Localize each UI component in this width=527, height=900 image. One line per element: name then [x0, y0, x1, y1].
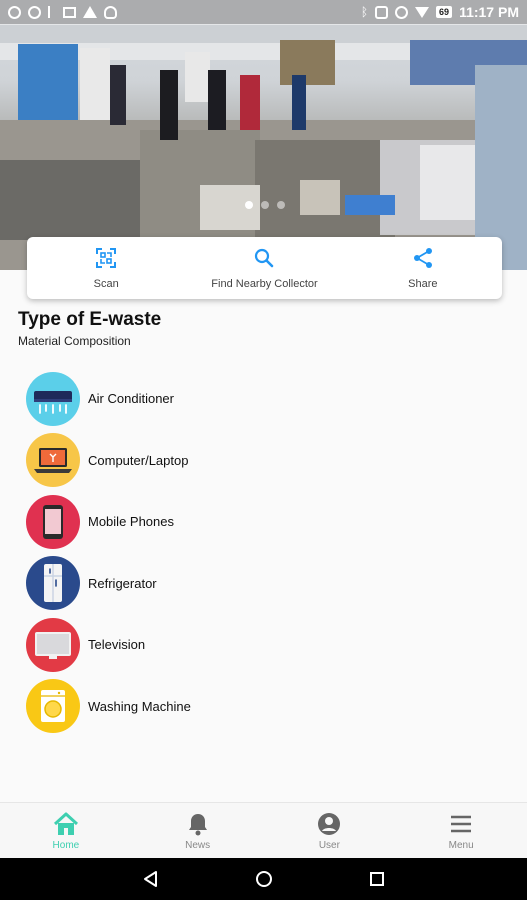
user-icon	[318, 813, 341, 835]
scan-icon	[96, 248, 117, 268]
share-label: Share	[408, 278, 438, 290]
mobile-phone-icon	[26, 494, 80, 549]
notification-icons	[8, 5, 117, 19]
list-item-washing-machine[interactable]: Washing Machine	[26, 676, 506, 738]
bottom-navigation: Home News User Menu	[0, 802, 527, 859]
nav-menu-label: Menu	[448, 840, 474, 851]
list-item-label: Air Conditioner	[88, 391, 174, 407]
bulb-icon	[104, 5, 117, 19]
television-icon	[26, 617, 80, 672]
laptop-icon	[26, 433, 80, 488]
bluetooth-icon: ᛒ	[360, 5, 369, 19]
carousel-dot[interactable]	[277, 201, 285, 209]
carousel-indicator	[245, 201, 285, 209]
recents-icon[interactable]	[368, 870, 386, 888]
list-item-computer-laptop[interactable]: Computer/Laptop	[26, 430, 506, 492]
notification-app-icon	[28, 5, 41, 19]
back-icon[interactable]	[142, 870, 160, 888]
list-item-mobile-phones[interactable]: Mobile Phones	[26, 491, 506, 553]
list-item-label: Television	[88, 637, 146, 653]
usb-icon	[48, 6, 56, 18]
battery-icon: 69	[436, 6, 453, 18]
menu-icon	[451, 815, 472, 833]
hero-photo	[0, 0, 527, 270]
alarm-icon	[395, 5, 409, 19]
section-title: Type of E-waste	[18, 309, 162, 330]
nav-home[interactable]: Home	[0, 803, 132, 859]
list-item-label: Computer/Laptop	[88, 452, 189, 468]
bell-icon	[188, 814, 207, 836]
list-item-label: Refrigerator	[88, 575, 157, 591]
home-circle-icon[interactable]	[255, 870, 273, 888]
air-conditioner-icon	[26, 371, 80, 426]
scan-label: Scan	[93, 278, 119, 290]
clock: 11:17 PM	[459, 4, 519, 20]
nav-user-label: User	[318, 840, 340, 851]
list-item-refrigerator[interactable]: Refrigerator	[26, 553, 506, 615]
hero-banner[interactable]	[0, 0, 527, 270]
status-bar: ᛒ 69 11:17 PM	[0, 0, 527, 24]
share-icon	[413, 248, 432, 268]
nav-home-label: Home	[52, 840, 80, 851]
refrigerator-icon	[26, 556, 80, 611]
wifi-icon	[415, 6, 430, 18]
vibrate-icon	[375, 5, 389, 19]
nav-news-label: News	[185, 840, 211, 851]
washing-machine-icon	[26, 679, 80, 734]
quick-actions-card: Scan Find Nearby Collector Share	[27, 237, 502, 299]
list-item-air-conditioner[interactable]: Air Conditioner	[26, 368, 506, 430]
home-icon	[53, 812, 78, 835]
list-item-television[interactable]: Television	[26, 614, 506, 676]
carousel-dot[interactable]	[245, 201, 253, 209]
search-icon	[255, 248, 274, 268]
ewaste-type-list: Air Conditioner Computer/Laptop Mobile P…	[26, 368, 506, 737]
nav-menu[interactable]: Menu	[395, 803, 527, 859]
system-navigation-bar	[0, 858, 527, 900]
find-nearby-collector-button[interactable]: Find Nearby Collector	[189, 246, 339, 290]
gallery-icon	[63, 6, 76, 18]
list-item-label: Washing Machine	[88, 698, 191, 714]
share-button[interactable]: Share	[348, 246, 498, 290]
carousel-dot[interactable]	[261, 201, 269, 209]
system-indicators: ᛒ 69 11:17 PM	[361, 4, 519, 20]
find-nearby-collector-label: Find Nearby Collector	[211, 278, 318, 290]
list-item-label: Mobile Phones	[88, 514, 174, 530]
whatsapp-icon	[8, 5, 21, 19]
scan-button[interactable]: Scan	[31, 246, 181, 290]
section-subtitle: Material Composition	[18, 334, 131, 348]
nav-user[interactable]: User	[264, 803, 396, 859]
nav-news[interactable]: News	[132, 803, 264, 859]
warning-icon	[83, 6, 97, 18]
